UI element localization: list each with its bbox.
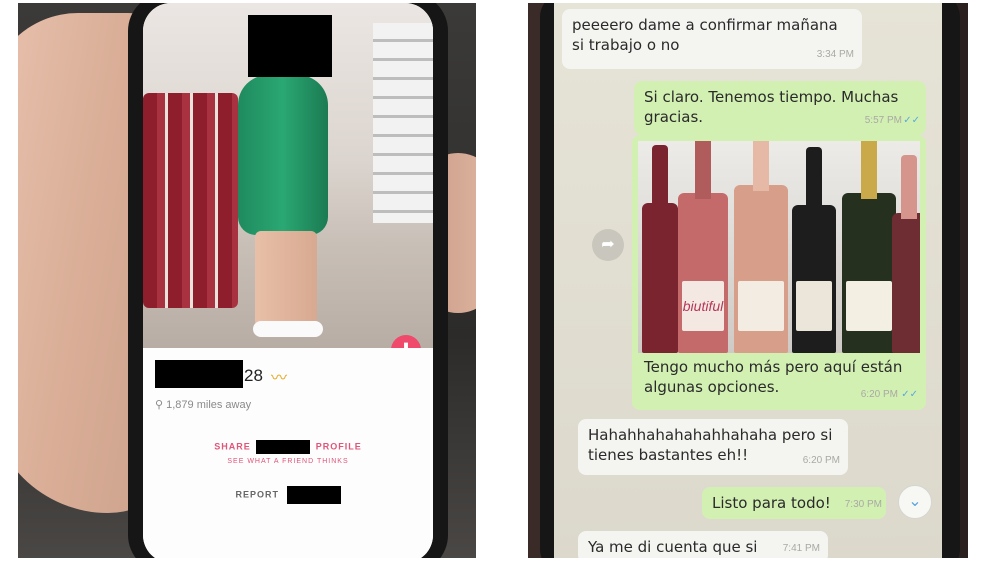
message-bubble: Ya me di cuenta que si 7:41 PM — [578, 531, 828, 558]
location-pin-icon: ⚲ — [155, 399, 164, 411]
legs — [255, 231, 317, 327]
face-redaction — [248, 15, 332, 77]
left-photo: ⬇ 28 〰 ⚲ 1,879 miles away SHARE PROFILE … — [18, 3, 476, 558]
wine-bottle — [792, 147, 836, 353]
distance-text: 1,879 miles away — [166, 399, 252, 411]
message-time: 3:34 PM — [816, 49, 854, 60]
read-ticks-icon: ✓✓ — [903, 115, 920, 126]
message-bubble: Listo para todo! 7:30 PM — [702, 487, 886, 519]
message-bubble: peeeero dame a confirmar mañana si traba… — [562, 9, 862, 69]
message-text: peeeero dame a confirmar mañana si traba… — [572, 16, 838, 54]
share-prefix: SHARE — [214, 441, 251, 452]
store-shelves — [373, 23, 433, 223]
name-redaction — [155, 360, 243, 388]
message-bubble: Hahahhahahahahhahaha pero si tienes bast… — [578, 419, 848, 475]
wine-label: biutiful — [682, 281, 724, 331]
green-dress — [238, 75, 328, 235]
profile-photo — [143, 3, 433, 348]
message-time: 6:20 PM — [802, 455, 840, 466]
message-time: 6:20 PM — [860, 389, 898, 400]
message-text: Ya me di cuenta que si — [588, 538, 758, 556]
wine-bottle: biutiful — [678, 141, 728, 353]
see-friend-link[interactable]: SEE WHAT A FRIEND THINKS — [143, 458, 433, 465]
clothing-rack — [143, 93, 238, 308]
right-photo: peeeero dame a confirmar mañana si traba… — [528, 3, 968, 558]
wine-bottles-photo[interactable]: biutiful — [638, 141, 920, 353]
forward-icon[interactable]: ➦ — [592, 229, 624, 261]
wine-bottle — [892, 155, 920, 353]
share-profile-link[interactable]: SHARE PROFILE — [143, 440, 433, 454]
image-caption: Tengo mucho más pero aquí están algunas … — [634, 351, 926, 407]
wine-bottle — [642, 145, 678, 353]
profile-age: 28 — [244, 366, 263, 385]
profile-distance: ⚲ 1,879 miles away — [155, 398, 251, 411]
wave-icon: 〰 — [271, 370, 288, 387]
share-name-redaction — [256, 440, 311, 454]
scroll-down-icon[interactable]: ⌄ — [898, 485, 932, 519]
wine-bottle — [842, 141, 896, 353]
message-text: Hahahhahahahahhahaha pero si tienes bast… — [588, 426, 833, 464]
report-name-redaction — [286, 486, 341, 504]
report-link[interactable]: REPORT — [143, 486, 433, 504]
read-ticks-icon: ✓✓ — [901, 389, 918, 400]
message-text: Listo para todo! — [712, 494, 831, 512]
share-suffix: PROFILE — [315, 441, 362, 452]
report-label: REPORT — [235, 489, 279, 500]
message-time: 7:30 PM — [844, 499, 882, 510]
message-bubble: Si claro. Tenemos tiempo. Muchas gracias… — [634, 81, 926, 135]
message-time: 5:57 PM — [864, 115, 902, 126]
dating-app-screen: ⬇ 28 〰 ⚲ 1,879 miles away SHARE PROFILE … — [143, 3, 433, 558]
message-text: Si claro. Tenemos tiempo. Muchas gracias… — [644, 88, 899, 126]
sneakers — [253, 321, 323, 337]
message-time: 7:41 PM — [782, 543, 820, 554]
wine-bottle — [734, 141, 788, 353]
profile-info: 28 〰 ⚲ 1,879 miles away SHARE PROFILE SE… — [143, 348, 433, 558]
chat-screen: peeeero dame a confirmar mañana si traba… — [554, 3, 942, 558]
